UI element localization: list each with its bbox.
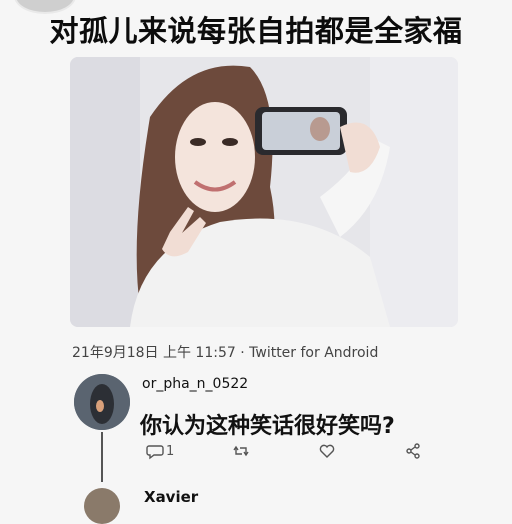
thread-connector-line [101, 432, 103, 482]
retweet-icon [233, 445, 249, 457]
heart-icon [319, 444, 335, 458]
next-reply-avatar[interactable] [84, 488, 120, 524]
reply-text: 你认为这种笑话很好笑吗? [140, 414, 395, 439]
tweet-photo[interactable] [70, 57, 458, 327]
next-reply-username[interactable]: Xavier [144, 488, 198, 506]
share-button[interactable] [404, 442, 422, 460]
reply-username[interactable]: or_pha_n_0522 [142, 376, 248, 392]
reply-count: 1 [166, 443, 175, 459]
retweet-button[interactable] [232, 442, 252, 460]
tweet-timestamp: 21年9月18日 上午 11:57 · Twitter for Android [72, 345, 379, 361]
reply-avatar[interactable] [74, 374, 130, 430]
reply-action-bar: 1 [146, 442, 446, 462]
reply-button[interactable]: 1 [146, 442, 174, 460]
tweet-text: 对孤儿来说每张自拍都是全家福 [49, 14, 463, 48]
like-button[interactable] [318, 442, 338, 460]
comment-icon [146, 445, 164, 460]
share-icon [406, 443, 420, 459]
reply-tweet[interactable]: or_pha_n_0522 你认为这种笑话很好笑吗? 1 [74, 372, 494, 464]
